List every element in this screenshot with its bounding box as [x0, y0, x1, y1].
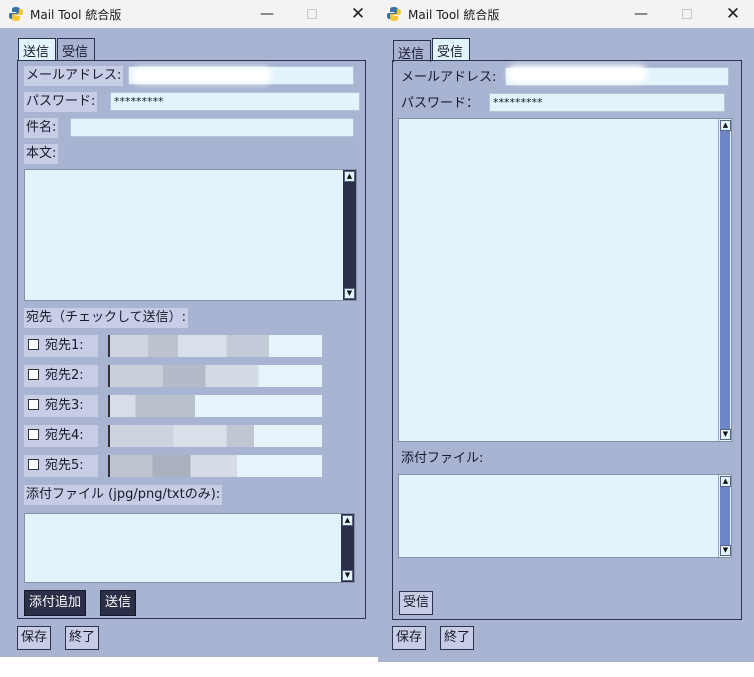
recipient-row-1: 宛先1: [24, 335, 324, 357]
recipient-field-2[interactable] [108, 365, 322, 387]
window-title: Mail Tool 統合版 [30, 8, 122, 22]
password-label: パスワード： [401, 96, 480, 111]
receive-panel: メールアドレス: パスワード： ********* ▲ ▼ 添付ファイル: ▲ … [392, 60, 742, 620]
recipient-checkbox-4[interactable]: 宛先4: [24, 425, 98, 447]
send-panel: メールアドレス: パスワード: ********* 件名: 本文: ▲ ▼ 宛先… [17, 60, 366, 619]
send-button[interactable]: 送信 [100, 590, 137, 616]
python-icon [387, 7, 401, 21]
body-scrollbar[interactable]: ▲ ▼ [343, 170, 356, 300]
scroll-down-icon[interactable]: ▼ [344, 288, 355, 299]
tab-send[interactable]: 送信 [18, 38, 56, 60]
title-bar[interactable]: Mail Tool 統合版 — ✕ [378, 0, 754, 28]
receive-window: Mail Tool 統合版 — ✕ 送信 受信 メールアドレス: パスワード： … [378, 0, 754, 662]
recipient-field-1[interactable] [108, 335, 322, 357]
attach-label: 添付ファイル: [401, 451, 484, 466]
recipient-checkbox-3[interactable]: 宛先3: [24, 395, 98, 417]
tab-send[interactable]: 送信 [393, 40, 431, 62]
subject-label: 件名: [24, 118, 59, 138]
tab-receive[interactable]: 受信 [432, 38, 470, 60]
password-label: パスワード: [24, 92, 98, 112]
recipient-field-5[interactable] [108, 455, 322, 477]
scroll-down-icon[interactable]: ▼ [342, 570, 353, 581]
recipient-row-5: 宛先5: [24, 455, 324, 477]
message-list[interactable]: ▲ ▼ [398, 118, 732, 442]
body-textarea[interactable]: ▲ ▼ [24, 169, 357, 301]
save-button[interactable]: 保存 [17, 626, 52, 650]
close-icon[interactable]: ✕ [722, 4, 744, 24]
recipient-row-3: 宛先3: [24, 395, 324, 417]
attach-label: 添付ファイル (jpg/png/txtのみ): [24, 485, 223, 505]
redacted-email [507, 65, 647, 83]
minimize-icon[interactable]: — [256, 4, 278, 24]
body-label: 本文: [24, 144, 59, 164]
checkbox-icon[interactable] [28, 459, 39, 470]
checkbox-icon[interactable] [28, 339, 39, 350]
scroll-up-icon[interactable]: ▲ [720, 476, 731, 487]
exit-button[interactable]: 終了 [65, 626, 100, 650]
title-bar[interactable]: Mail Tool 統合版 — ✕ [0, 0, 378, 28]
recipient-row-2: 宛先2: [24, 365, 324, 387]
close-icon[interactable]: ✕ [347, 4, 369, 24]
email-label: メールアドレス: [401, 70, 497, 85]
receive-button[interactable]: 受信 [399, 591, 434, 615]
redacted-email [132, 67, 272, 84]
checkbox-icon[interactable] [28, 369, 39, 380]
attach-scrollbar[interactable]: ▲ ▼ [718, 475, 731, 557]
recipient-row-4: 宛先4: [24, 425, 324, 447]
checkbox-icon[interactable] [28, 399, 39, 410]
scroll-thumb[interactable] [720, 131, 730, 429]
save-button[interactable]: 保存 [392, 626, 427, 650]
scroll-up-icon[interactable]: ▲ [342, 515, 353, 526]
scroll-up-icon[interactable]: ▲ [720, 120, 731, 131]
password-field[interactable]: ********* [110, 92, 360, 111]
recipient-checkbox-5[interactable]: 宛先5: [24, 455, 98, 477]
message-scrollbar[interactable]: ▲ ▼ [718, 119, 731, 441]
attach-list[interactable]: ▲ ▼ [398, 474, 732, 558]
scroll-up-icon[interactable]: ▲ [344, 171, 355, 182]
maximize-icon[interactable] [682, 9, 692, 19]
recipient-field-4[interactable] [108, 425, 322, 447]
checkbox-icon[interactable] [28, 429, 39, 440]
recipients-label: 宛先（チェックして送信）: [24, 308, 188, 328]
recipient-checkbox-2[interactable]: 宛先2: [24, 365, 98, 387]
password-field[interactable]: ********* [489, 93, 725, 112]
send-window: Mail Tool 統合版 — ✕ 送信 受信 メールアドレス: パスワード: … [0, 0, 378, 657]
scroll-down-icon[interactable]: ▼ [720, 545, 731, 556]
attach-list[interactable]: ▲ ▼ [24, 513, 355, 583]
maximize-icon[interactable] [307, 9, 317, 19]
exit-button[interactable]: 終了 [440, 626, 475, 650]
subject-field[interactable] [70, 118, 354, 137]
add-attachment-button[interactable]: 添付追加 [24, 590, 87, 616]
window-title: Mail Tool 統合版 [408, 8, 500, 22]
attach-scrollbar[interactable]: ▲ ▼ [341, 514, 354, 582]
email-label: メールアドレス: [24, 66, 124, 86]
minimize-icon[interactable]: — [630, 4, 652, 24]
recipient-field-3[interactable] [108, 395, 322, 417]
python-icon [9, 7, 23, 21]
recipient-checkbox-1[interactable]: 宛先1: [24, 335, 98, 357]
tab-receive[interactable]: 受信 [57, 38, 95, 60]
scroll-down-icon[interactable]: ▼ [720, 429, 731, 440]
scroll-thumb[interactable] [720, 487, 730, 545]
